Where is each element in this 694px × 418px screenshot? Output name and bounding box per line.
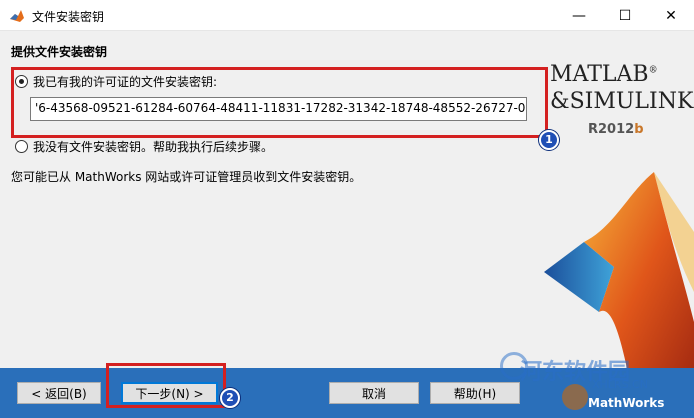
dialog-window: 文件安装密钥 — ☐ ✕ 提供文件安装密钥 我已有我的许可证的文件安装密钥: '… xyxy=(0,0,694,418)
close-button[interactable]: ✕ xyxy=(648,0,694,31)
maximize-button[interactable]: ☐ xyxy=(602,0,648,31)
mathworks-brand-text: MathWorks xyxy=(588,396,665,410)
logo-line-matlab: MATLAB® xyxy=(550,62,658,87)
back-button[interactable]: < 返回(B) xyxy=(17,382,101,404)
next-highlight-box xyxy=(106,363,226,408)
cancel-button[interactable]: 取消 xyxy=(329,382,419,404)
logo-release: R2012b xyxy=(588,122,644,137)
no-key-radio[interactable] xyxy=(15,140,28,153)
release-prefix: R xyxy=(588,122,599,137)
matlab-app-icon xyxy=(10,10,24,22)
fox-mascot-icon xyxy=(562,384,588,410)
step-badge-2: 2 xyxy=(220,388,240,408)
no-key-label[interactable]: 我没有文件安装密钥。帮助我执行后续步骤。 xyxy=(33,138,273,155)
help-button[interactable]: 帮助(H) xyxy=(430,382,520,404)
minimize-icon: — xyxy=(572,7,586,24)
release-suffix: b xyxy=(634,122,644,137)
minimize-button[interactable]: — xyxy=(556,0,602,31)
maximize-icon: ☐ xyxy=(618,7,632,24)
close-icon: ✕ xyxy=(665,7,677,24)
matlab-simulink-logo: MATLAB® &SIMULINK® R2012b xyxy=(548,62,694,158)
logo-matlab-text: MATLAB xyxy=(550,62,649,87)
logo-line-simulink: &SIMULINK® xyxy=(550,89,694,114)
key-highlight-box xyxy=(11,67,548,138)
section-title: 提供文件安装密钥 xyxy=(11,45,108,59)
logo-simulink-text: &SIMULINK xyxy=(550,89,694,114)
info-text: 您可能已从 MathWorks 网站或许可证管理员收到文件安装密钥。 xyxy=(11,170,362,184)
title-bar: 文件安装密钥 — ☐ ✕ xyxy=(0,0,694,31)
window-title: 文件安装密钥 xyxy=(32,10,105,24)
watermark-site-url: XHLRS.CN xyxy=(592,378,648,391)
release-year: 2012 xyxy=(598,122,635,137)
logo-reg-mark: ® xyxy=(648,65,658,76)
content-area: 提供文件安装密钥 我已有我的许可证的文件安装密钥: '6-43568-09521… xyxy=(0,32,694,402)
